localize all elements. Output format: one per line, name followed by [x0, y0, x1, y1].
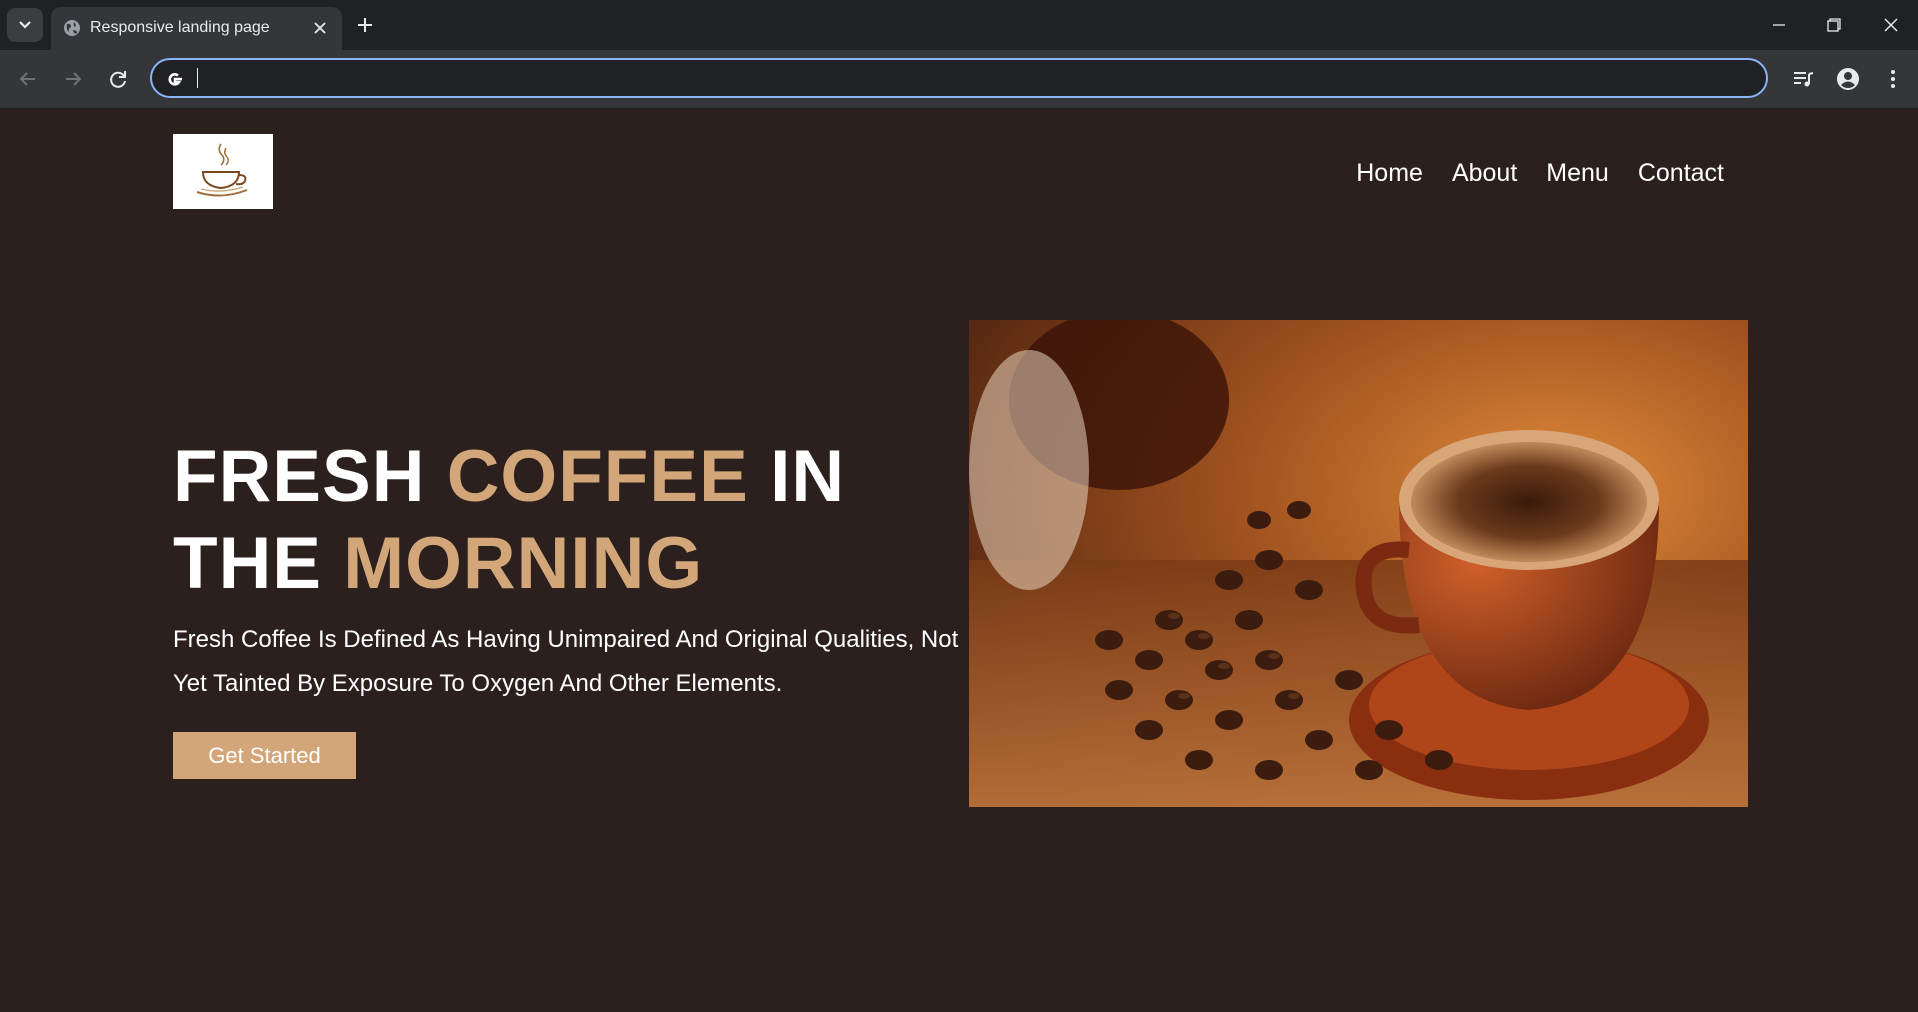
close-window-icon[interactable] — [1878, 12, 1904, 38]
globe-icon — [64, 20, 80, 36]
get-started-button[interactable]: Get Started — [173, 732, 356, 779]
coffee-cup-and-beans-image — [969, 310, 1748, 807]
new-tab-icon[interactable] — [352, 12, 378, 38]
nav-home-link[interactable]: Home — [1356, 159, 1423, 188]
browser-toolbar — [0, 50, 1918, 109]
reload-icon[interactable] — [104, 65, 132, 93]
media-control-icon[interactable] — [1789, 65, 1817, 93]
browser-tab[interactable]: Responsive landing page — [51, 7, 342, 50]
close-tab-icon[interactable] — [310, 18, 330, 38]
hero-title-part: FRESH — [173, 436, 447, 517]
nav-contact-link[interactable]: Contact — [1638, 159, 1724, 188]
back-arrow-icon[interactable] — [14, 65, 42, 93]
address-input[interactable] — [196, 62, 1740, 96]
chevron-down-icon — [19, 21, 31, 29]
hero-title-accent: COFFEE — [446, 436, 749, 517]
coffee-logo[interactable] — [173, 134, 273, 209]
tab-search-button[interactable] — [7, 8, 43, 42]
coffee-photo — [969, 310, 1748, 807]
main-nav: Home About Menu Contact — [1356, 159, 1724, 188]
tab-bar: Responsive landing page — [0, 0, 1918, 50]
coffee-cup-logo-icon — [196, 143, 248, 197]
hero-title: FRESH COFFEE IN THE MORNING — [173, 433, 953, 607]
more-menu-icon[interactable] — [1879, 65, 1907, 93]
address-bar[interactable] — [150, 58, 1768, 98]
tab-title: Responsive landing page — [90, 19, 270, 36]
landing-page: Home About Menu Contact FRESH COFFEE IN … — [0, 109, 1918, 1012]
minimize-icon[interactable] — [1766, 12, 1792, 38]
forward-arrow-icon[interactable] — [59, 65, 87, 93]
restore-icon[interactable] — [1821, 12, 1847, 38]
nav-about-link[interactable]: About — [1452, 159, 1517, 188]
text-caret — [197, 68, 198, 88]
nav-menu-link[interactable]: Menu — [1546, 159, 1609, 188]
google-g-icon — [168, 73, 182, 86]
profile-icon[interactable] — [1834, 65, 1862, 93]
hero-description: Fresh Coffee Is Defined As Having Unimpa… — [173, 626, 959, 697]
hero-title-accent: MORNING — [343, 523, 704, 604]
